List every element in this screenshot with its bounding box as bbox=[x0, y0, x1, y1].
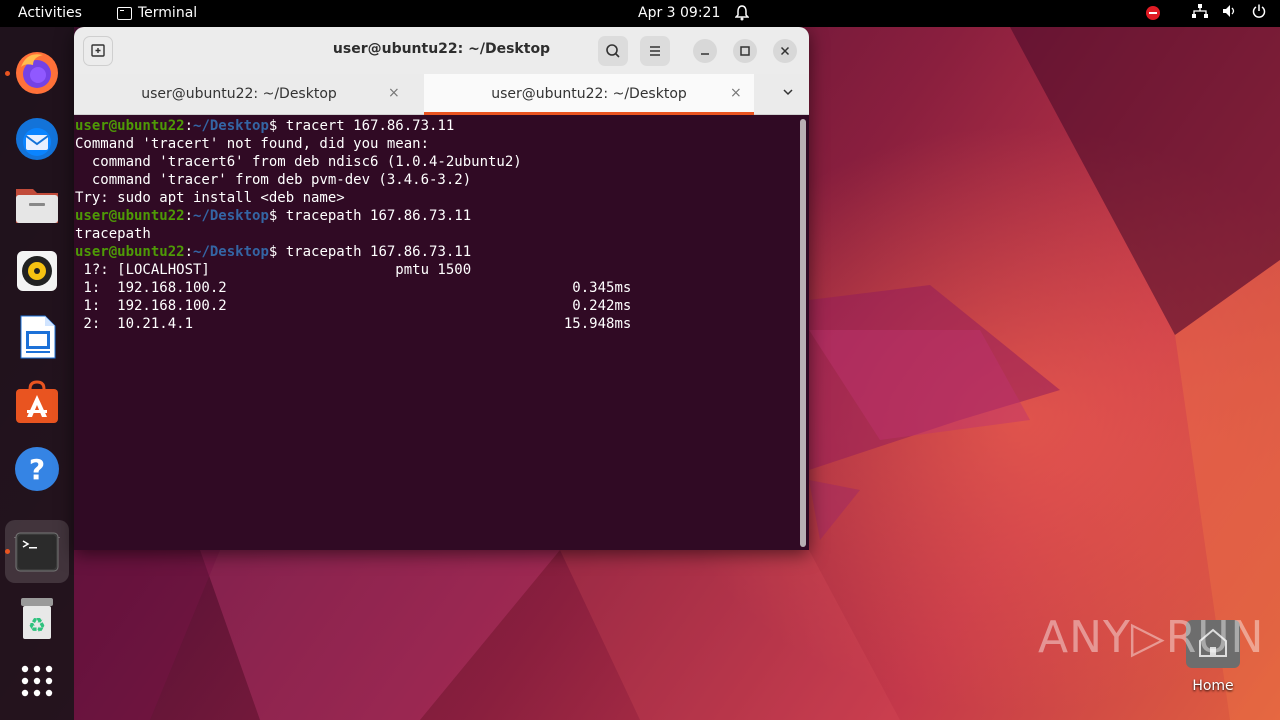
files-icon[interactable] bbox=[13, 181, 61, 229]
terminal-line: command 'tracer' from deb pvm-dev (3.4.6… bbox=[75, 171, 809, 189]
clock[interactable]: Apr 3 09:21 bbox=[638, 5, 720, 21]
output-text: 1?: [LOCALHOST] pmtu 1500 bbox=[75, 262, 472, 278]
trash-icon[interactable]: ♻ bbox=[13, 595, 61, 643]
app-center-icon[interactable] bbox=[13, 379, 61, 427]
scrollbar[interactable] bbox=[800, 119, 806, 547]
tab-close-icon[interactable]: × bbox=[388, 85, 400, 101]
tab-label: user@ubuntu22: ~/Desktop bbox=[141, 86, 337, 102]
tab-label: user@ubuntu22: ~/Desktop bbox=[491, 86, 687, 102]
app-grid-icon[interactable] bbox=[13, 657, 61, 705]
tab-1[interactable]: user@ubuntu22: ~/Desktop × bbox=[74, 74, 422, 115]
terminal-output[interactable]: user@ubuntu22:~/Desktop$ tracert 167.86.… bbox=[74, 116, 809, 550]
output-text: 2: 10.21.4.1 15.948ms bbox=[75, 316, 632, 332]
output-text: command 'tracer' from deb pvm-dev (3.4.6… bbox=[75, 172, 472, 188]
terminal-line: user@ubuntu22:~/Desktop$ tracepath 167.8… bbox=[75, 207, 809, 225]
maximize-icon bbox=[740, 46, 750, 56]
network-icon[interactable] bbox=[1192, 4, 1208, 22]
prompt-end: $ bbox=[268, 118, 286, 134]
power-icon[interactable] bbox=[1252, 4, 1266, 22]
prompt-separator: : bbox=[184, 118, 194, 134]
command-text: tracert 167.86.73.11 bbox=[285, 118, 455, 134]
prompt-user: user@ubuntu22 bbox=[75, 208, 185, 224]
output-text: Command 'tracert' not found, did you mea… bbox=[75, 136, 430, 152]
prompt-path: ~/Desktop bbox=[193, 208, 269, 224]
terminal-icon bbox=[117, 6, 132, 20]
hamburger-icon bbox=[650, 46, 660, 56]
app-menu[interactable]: Terminal bbox=[117, 5, 197, 21]
terminal-line: tracepath bbox=[75, 225, 809, 243]
app-name: Terminal bbox=[138, 5, 198, 21]
system-tray[interactable] bbox=[1146, 4, 1266, 22]
top-bar: Activities Terminal Apr 3 09:21 bbox=[0, 0, 1280, 27]
tab-list-chevron-down-icon[interactable] bbox=[781, 85, 795, 103]
terminal-line: Try: sudo apt install <deb name> bbox=[75, 189, 809, 207]
firefox-icon[interactable] bbox=[13, 49, 61, 97]
watermark: ANY▷RUN bbox=[1038, 612, 1265, 663]
menu-button[interactable] bbox=[640, 36, 670, 66]
minimize-icon bbox=[701, 53, 709, 55]
prompt-path: ~/Desktop bbox=[193, 244, 269, 260]
svg-text:♻: ♻ bbox=[28, 613, 46, 637]
terminal-line: command 'tracert6' from deb ndisc6 (1.0.… bbox=[75, 153, 809, 171]
recording-indicator-icon[interactable] bbox=[1146, 6, 1160, 20]
output-text: Try: sudo apt install <deb name> bbox=[75, 190, 345, 206]
tab-bar: user@ubuntu22: ~/Desktop × user@ubuntu22… bbox=[74, 74, 809, 115]
minimize-button[interactable] bbox=[693, 39, 717, 63]
output-text: 1: 192.168.100.2 0.345ms bbox=[75, 280, 632, 296]
title-bar[interactable]: user@ubuntu22: ~/Desktop bbox=[74, 27, 809, 74]
activities-button[interactable]: Activities bbox=[18, 5, 82, 21]
terminal-window: user@ubuntu22: ~/Desktop user@ubuntu22: … bbox=[74, 27, 809, 550]
volume-icon[interactable] bbox=[1222, 4, 1238, 22]
terminal-line: Command 'tracert' not found, did you mea… bbox=[75, 135, 809, 153]
terminal-line: 1?: [LOCALHOST] pmtu 1500 bbox=[75, 261, 809, 279]
prompt-separator: : bbox=[184, 208, 194, 224]
terminal-line: user@ubuntu22:~/Desktop$ tracepath 167.8… bbox=[75, 243, 809, 261]
prompt-end: $ bbox=[268, 208, 286, 224]
output-text: command 'tracert6' from deb ndisc6 (1.0.… bbox=[75, 154, 522, 170]
terminal-icon[interactable] bbox=[13, 528, 61, 576]
output-text: tracepath bbox=[75, 226, 151, 242]
tab-2[interactable]: user@ubuntu22: ~/Desktop × bbox=[424, 74, 754, 115]
prompt-path: ~/Desktop bbox=[193, 118, 269, 134]
close-button[interactable] bbox=[773, 39, 797, 63]
notification-bell-icon[interactable] bbox=[734, 5, 750, 25]
command-text: tracepath 167.86.73.11 bbox=[285, 208, 472, 224]
home-folder-label[interactable]: Home bbox=[1180, 678, 1246, 694]
prompt-end: $ bbox=[268, 244, 286, 260]
terminal-line: 1: 192.168.100.2 0.345ms bbox=[75, 279, 809, 297]
tab-close-icon[interactable]: × bbox=[730, 85, 742, 101]
help-icon[interactable]: ? bbox=[13, 445, 61, 493]
terminal-line: user@ubuntu22:~/Desktop$ tracert 167.86.… bbox=[75, 117, 809, 135]
rhythmbox-icon[interactable] bbox=[13, 247, 61, 295]
close-icon bbox=[780, 46, 790, 56]
prompt-user: user@ubuntu22 bbox=[75, 118, 185, 134]
svg-text:?: ? bbox=[29, 453, 45, 486]
search-button[interactable] bbox=[598, 36, 628, 66]
running-indicator bbox=[5, 71, 10, 76]
running-indicator bbox=[5, 549, 10, 554]
maximize-button[interactable] bbox=[733, 39, 757, 63]
prompt-separator: : bbox=[184, 244, 194, 260]
search-icon bbox=[606, 44, 620, 58]
dock: ? ♻ bbox=[0, 27, 74, 720]
output-text: 1: 192.168.100.2 0.242ms bbox=[75, 298, 632, 314]
prompt-user: user@ubuntu22 bbox=[75, 244, 185, 260]
writer-icon[interactable] bbox=[13, 313, 61, 361]
command-text: tracepath 167.86.73.11 bbox=[285, 244, 472, 260]
thunderbird-icon[interactable] bbox=[13, 115, 61, 163]
terminal-line: 2: 10.21.4.1 15.948ms bbox=[75, 315, 809, 333]
terminal-line: 1: 192.168.100.2 0.242ms bbox=[75, 297, 809, 315]
